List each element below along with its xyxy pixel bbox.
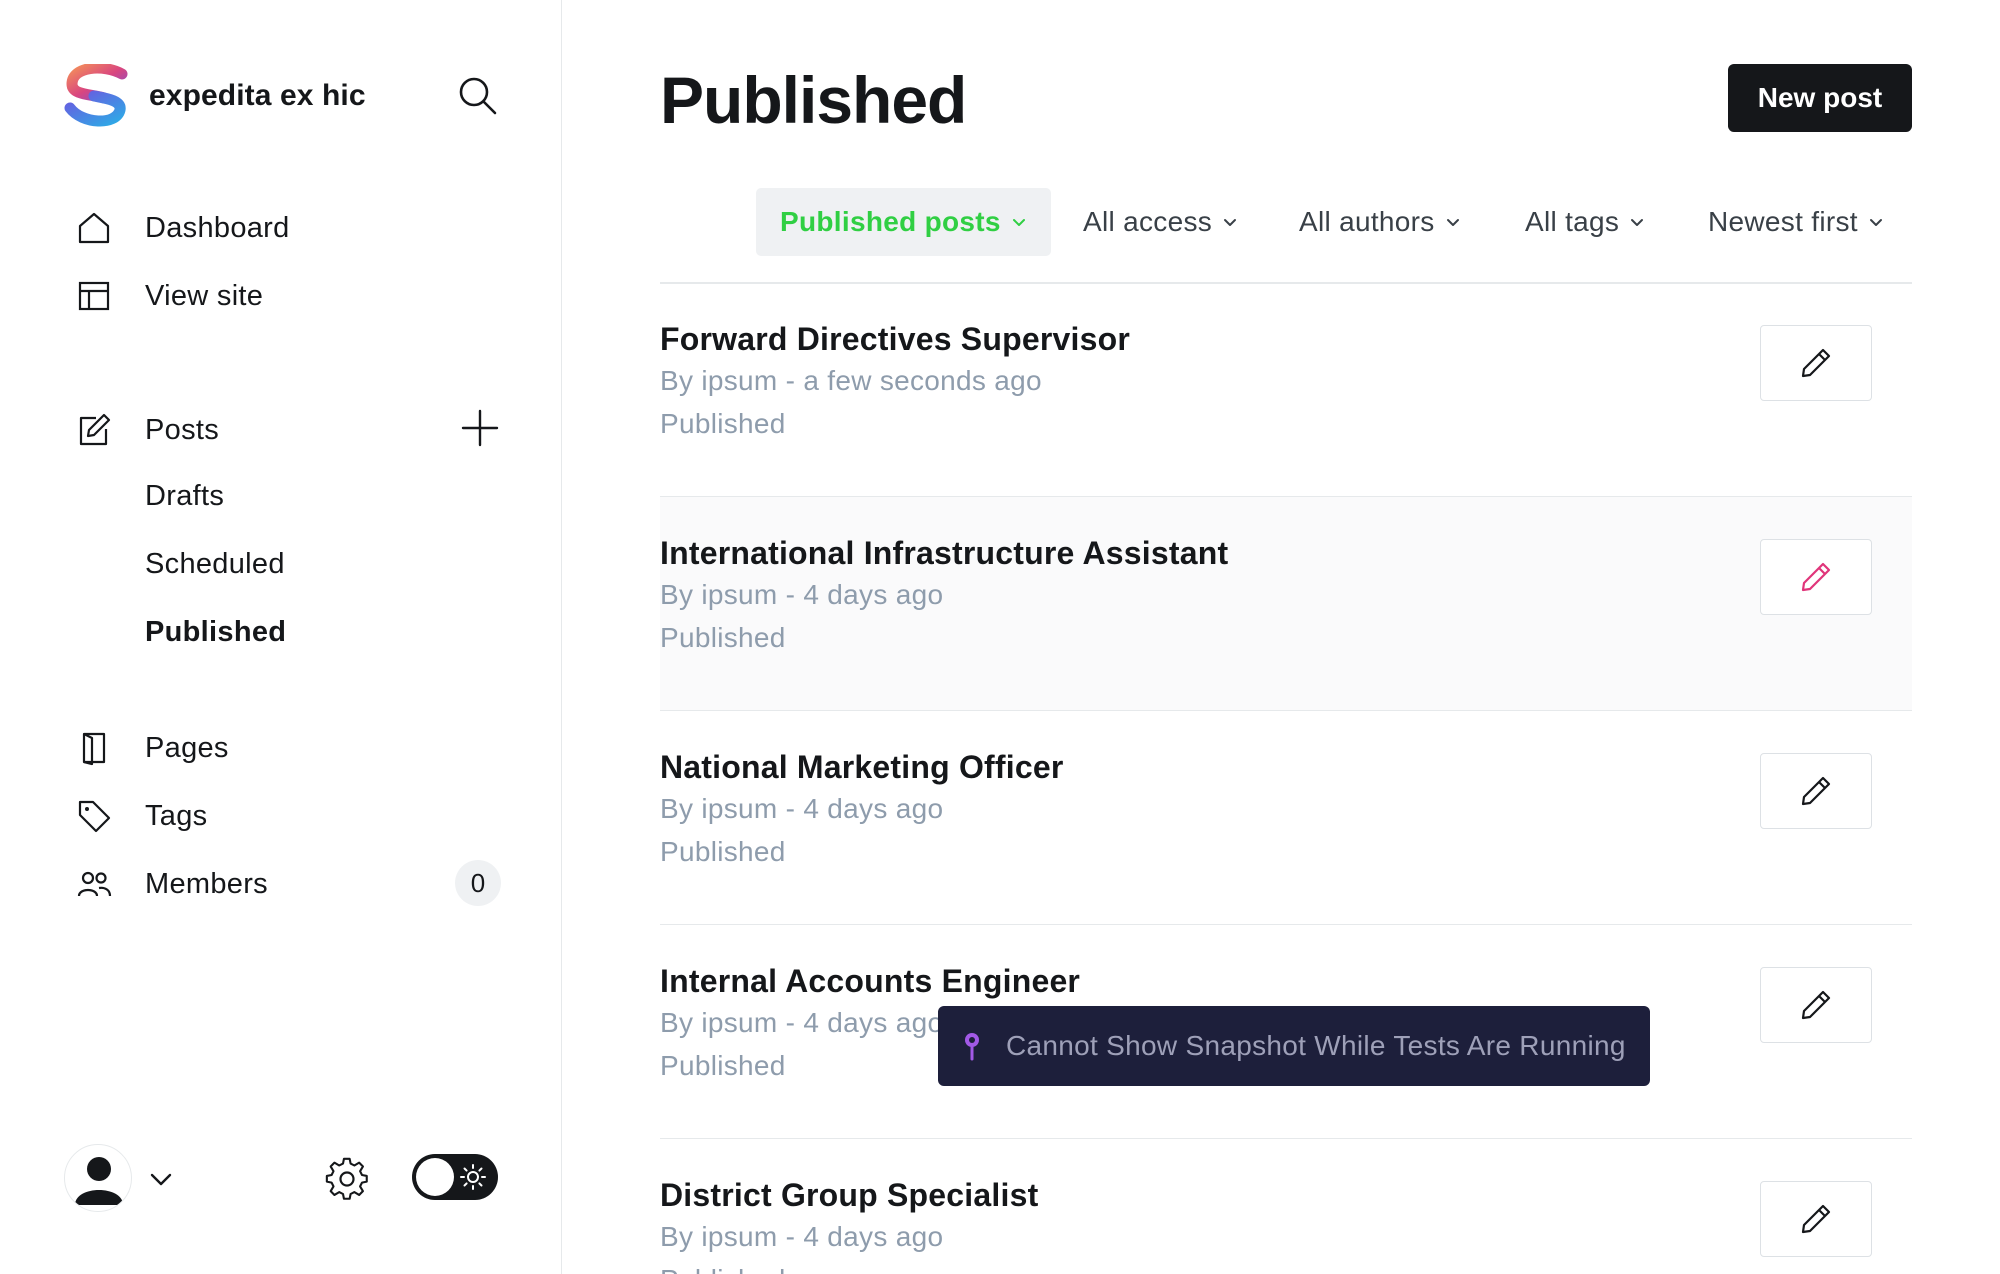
home-icon — [76, 210, 112, 246]
edit-icon — [76, 412, 112, 448]
post-title[interactable]: Internal Accounts Engineer — [660, 963, 1080, 1000]
user-icon — [75, 1157, 123, 1205]
sidebar: expedita ex hic Dashboard View site Post… — [0, 0, 562, 1274]
nav-scheduled[interactable]: Scheduled — [145, 548, 285, 581]
nav-view-site-label: View site — [145, 279, 264, 312]
post-title[interactable]: National Marketing Officer — [660, 749, 1064, 786]
nav-posts-label: Posts — [145, 413, 220, 446]
post-row[interactable]: International Infrastructure Assistant B… — [660, 497, 1912, 711]
toggle-knob — [416, 1158, 454, 1196]
pin-icon — [965, 1033, 979, 1061]
post-row[interactable]: National Marketing Officer By ipsum - 4 … — [660, 711, 1912, 925]
nav-drafts[interactable]: Drafts — [145, 480, 224, 513]
nav-tags-label: Tags — [145, 799, 208, 832]
filter-type[interactable]: Published posts — [756, 188, 1051, 256]
chevron-down-icon — [1446, 219, 1459, 226]
post-row[interactable]: Forward Directives Supervisor By ipsum -… — [660, 283, 1912, 497]
filter-tags-label: All tags — [1525, 206, 1620, 237]
nav-pages[interactable]: Pages — [76, 724, 228, 772]
chevron-down-icon — [1869, 219, 1882, 226]
members-count-badge: 0 — [455, 860, 501, 906]
edit-post-button[interactable] — [1760, 325, 1872, 401]
post-status: Published — [660, 1050, 786, 1081]
pencil-icon — [1801, 562, 1831, 592]
edit-post-button[interactable] — [1760, 753, 1872, 829]
plus-icon[interactable] — [460, 408, 500, 448]
site-logo — [64, 64, 128, 127]
chevron-down-icon[interactable] — [146, 1164, 176, 1194]
post-status: Published — [660, 836, 786, 867]
page-title: Published — [660, 63, 967, 137]
post-title[interactable]: District Group Specialist — [660, 1177, 1038, 1214]
edit-post-button[interactable] — [1760, 1181, 1872, 1257]
post-status: Published — [660, 408, 786, 439]
post-meta: By ipsum - a few seconds ago — [660, 365, 1042, 396]
tag-icon — [76, 798, 112, 834]
filter-access[interactable]: All access — [1083, 188, 1238, 256]
edit-post-button[interactable] — [1760, 539, 1872, 615]
gear-icon[interactable] — [324, 1156, 370, 1202]
user-avatar[interactable] — [64, 1144, 132, 1212]
post-row[interactable]: District Group Specialist By ipsum - 4 d… — [660, 1139, 1912, 1274]
filter-access-label: All access — [1083, 206, 1213, 237]
sun-icon — [460, 1164, 486, 1190]
nav-dashboard[interactable]: Dashboard — [76, 204, 289, 252]
post-meta: By ipsum - 4 days ago — [660, 1221, 944, 1252]
filter-authors-label: All authors — [1299, 206, 1435, 237]
layout-icon — [76, 278, 112, 314]
snapshot-toast: Cannot Show Snapshot While Tests Are Run… — [938, 1006, 1650, 1086]
post-meta: By ipsum - 4 days ago — [660, 1007, 944, 1038]
chevron-down-icon — [1631, 219, 1644, 226]
toast-message: Cannot Show Snapshot While Tests Are Run… — [1006, 1030, 1626, 1061]
filter-order-label: Newest first — [1708, 206, 1858, 237]
post-meta: By ipsum - 4 days ago — [660, 579, 944, 610]
filter-authors[interactable]: All authors — [1299, 188, 1461, 256]
pencil-icon — [1801, 990, 1831, 1020]
nav-dashboard-label: Dashboard — [145, 211, 290, 244]
filter-type-label: Published posts — [780, 206, 1001, 237]
post-title[interactable]: International Infrastructure Assistant — [660, 535, 1228, 572]
brand[interactable]: expedita ex hic — [64, 64, 366, 128]
filter-order[interactable]: Newest first — [1708, 188, 1884, 256]
edit-post-button[interactable] — [1760, 967, 1872, 1043]
post-meta: By ipsum - 4 days ago — [660, 793, 944, 824]
pencil-icon — [1801, 1204, 1831, 1234]
nav-view-site[interactable]: View site — [76, 272, 263, 320]
nav-posts[interactable]: Posts — [76, 406, 219, 454]
post-title[interactable]: Forward Directives Supervisor — [660, 321, 1130, 358]
page-icon — [76, 730, 112, 766]
pencil-icon — [1801, 776, 1831, 806]
nav-tags[interactable]: Tags — [76, 792, 207, 840]
site-name: expedita ex hic — [149, 79, 366, 112]
theme-toggle[interactable] — [412, 1154, 498, 1200]
chevron-down-icon — [1224, 219, 1237, 226]
post-status: Published — [660, 1264, 786, 1274]
filter-tags[interactable]: All tags — [1525, 188, 1645, 256]
nav-members[interactable]: Members — [76, 860, 268, 908]
nav-pages-label: Pages — [145, 731, 229, 764]
search-icon[interactable] — [456, 74, 500, 118]
nav-members-label: Members — [145, 867, 268, 900]
new-post-button[interactable]: New post — [1728, 64, 1912, 132]
nav-published[interactable]: Published — [145, 616, 286, 649]
chevron-down-icon — [1012, 219, 1025, 226]
post-status: Published — [660, 622, 786, 653]
pencil-icon — [1801, 348, 1831, 378]
members-icon — [76, 866, 112, 902]
